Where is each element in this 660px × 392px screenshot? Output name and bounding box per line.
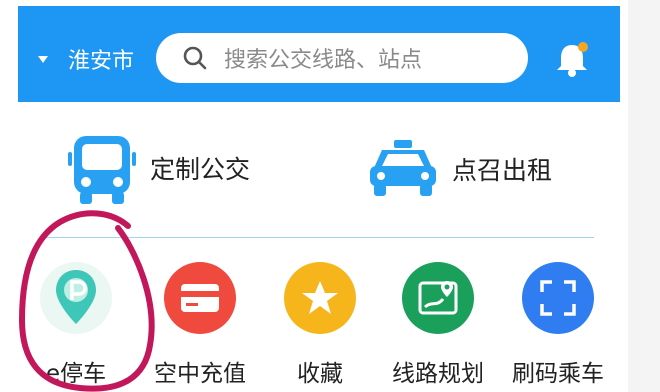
annotation-circle xyxy=(18,210,155,392)
